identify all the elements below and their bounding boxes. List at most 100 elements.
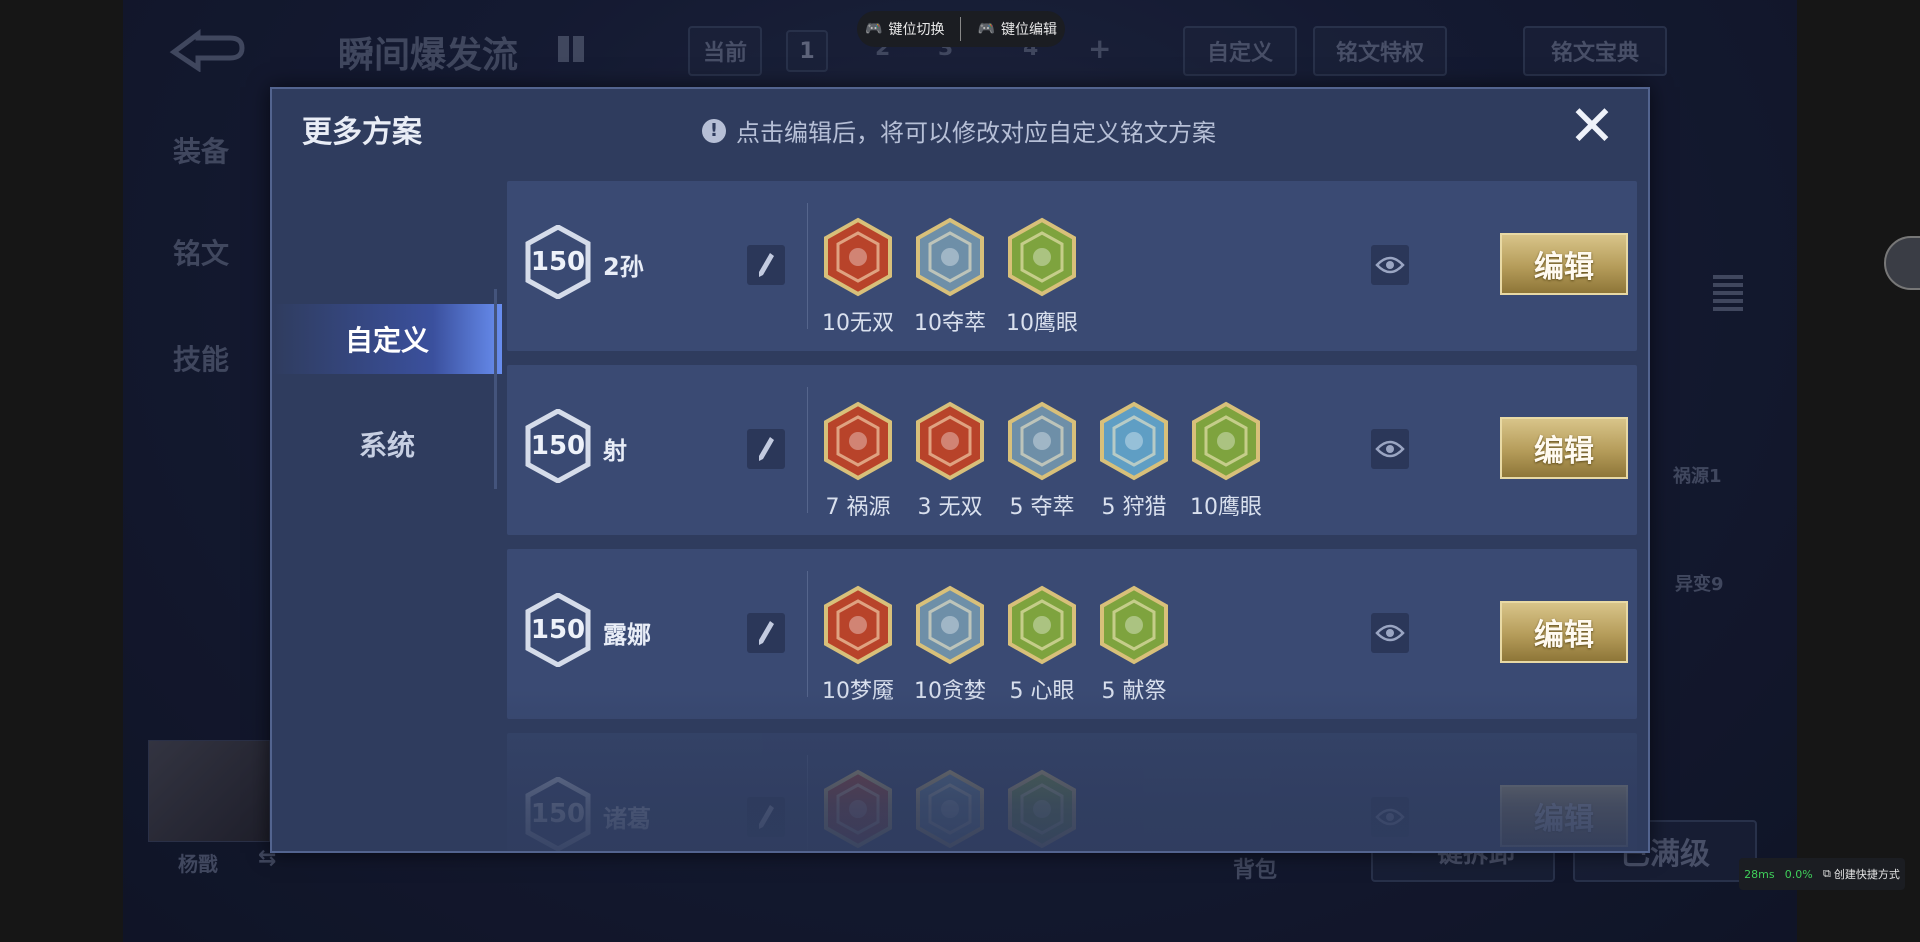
rune-label: 10夺萃 <box>914 311 986 336</box>
gamepad-icon: 🎮 <box>865 21 883 37</box>
rune-gem-icon <box>1008 769 1076 849</box>
rune-label: 5 夺萃 <box>1009 495 1075 520</box>
rune-label: 5 狩猎 <box>1101 495 1167 520</box>
hint-label: 点击编辑后，将可以修改对应自定义铭文方案 <box>736 119 1216 147</box>
rune-item[interactable] <box>822 769 894 851</box>
rune-label: 5 心眼 <box>1009 679 1075 704</box>
latency-value: 28ms <box>1744 867 1775 881</box>
rename-button[interactable] <box>747 245 785 285</box>
shortcut-icon: ⧉ <box>1822 867 1831 880</box>
pencil-icon <box>759 621 774 645</box>
rune-item[interactable]: 5 狩猎 <box>1098 401 1170 521</box>
level-badge: 150 <box>525 409 591 483</box>
loss-value: 0.0% <box>1784 867 1813 881</box>
plan-type-sidebar: 自定义 系统 <box>272 179 502 851</box>
eye-icon <box>1375 440 1405 458</box>
row-divider <box>807 387 808 513</box>
row-divider <box>807 755 808 851</box>
rune-list <box>822 769 1078 851</box>
rune-list: 10无双 10夺萃 10鹰眼 <box>822 217 1078 337</box>
rune-label: 10鹰眼 <box>1190 495 1262 520</box>
rune-label: 10梦魇 <box>822 679 894 704</box>
rune-item[interactable]: 7 祸源 <box>822 401 894 521</box>
level-value: 150 <box>530 247 586 277</box>
preview-button[interactable] <box>1371 613 1409 653</box>
plan-name: 诸葛 <box>603 805 651 833</box>
rune-item[interactable] <box>1006 769 1078 851</box>
side-floating-button[interactable] <box>1884 236 1920 290</box>
preview-button[interactable] <box>1371 429 1409 469</box>
hint-text: ! 点击编辑后，将可以修改对应自定义铭文方案 <box>702 113 1216 148</box>
tab-custom[interactable]: 自定义 <box>272 304 502 374</box>
rename-button[interactable] <box>747 797 785 837</box>
rune-item[interactable]: 10无双 <box>822 217 894 337</box>
edit-button[interactable]: 编辑 <box>1500 233 1628 295</box>
rune-item[interactable]: 5 心眼 <box>1006 585 1078 705</box>
info-icon: ! <box>702 118 726 143</box>
plan-name: 2孙 <box>603 253 644 281</box>
level-value: 150 <box>530 615 586 645</box>
plan-row: 150 射 7 祸源 3 无双 5 夺萃 5 狩猎 10鹰眼 编辑 <box>507 365 1637 535</box>
pencil-icon <box>759 805 774 829</box>
rune-gem-icon <box>916 585 984 665</box>
rune-label: 7 祸源 <box>825 495 891 520</box>
shortcut-label: 创建快捷方式 <box>1833 868 1900 881</box>
rune-gem-icon <box>824 217 892 297</box>
rune-gem-icon <box>916 401 984 481</box>
level-value: 150 <box>530 431 586 461</box>
pencil-icon <box>759 437 774 461</box>
edit-button[interactable]: 编辑 <box>1500 785 1628 847</box>
rune-item[interactable]: 10贪婪 <box>914 585 986 705</box>
key-edit-label: 键位编辑 <box>1000 22 1057 38</box>
pencil-icon <box>759 253 774 277</box>
row-divider <box>807 203 808 329</box>
rune-item[interactable]: 10梦魇 <box>822 585 894 705</box>
rune-gem-icon <box>1008 217 1076 297</box>
sidebar-divider <box>494 289 497 489</box>
edit-button[interactable]: 编辑 <box>1500 417 1628 479</box>
rune-item[interactable]: 5 夺萃 <box>1006 401 1078 521</box>
rename-button[interactable] <box>747 429 785 469</box>
plan-row: 150 诸葛 编辑 <box>507 733 1637 851</box>
level-value: 150 <box>530 799 586 829</box>
rune-gem-icon <box>1008 401 1076 481</box>
level-badge: 150 <box>525 777 591 851</box>
rune-item[interactable]: 10夺萃 <box>914 217 986 337</box>
rune-gem-icon <box>824 585 892 665</box>
toolbar-separator <box>960 17 962 41</box>
rename-button[interactable] <box>747 613 785 653</box>
preview-button[interactable] <box>1371 797 1409 837</box>
rune-gem-icon <box>824 401 892 481</box>
rune-item[interactable]: 5 献祭 <box>1098 585 1170 705</box>
key-edit-button[interactable]: 🎮 键位编辑 <box>978 19 1057 39</box>
rune-gem-icon <box>824 769 892 849</box>
key-switch-button[interactable]: 🎮 键位切换 <box>865 19 944 39</box>
rune-gem-icon <box>916 217 984 297</box>
rune-list: 7 祸源 3 无双 5 夺萃 5 狩猎 10鹰眼 <box>822 401 1262 521</box>
close-button[interactable]: ✕ <box>1564 99 1620 155</box>
edit-button[interactable]: 编辑 <box>1500 601 1628 663</box>
rune-item[interactable]: 10鹰眼 <box>1006 217 1078 337</box>
preview-button[interactable] <box>1371 245 1409 285</box>
key-switch-label: 键位切换 <box>888 22 945 38</box>
row-divider <box>807 571 808 697</box>
level-badge: 150 <box>525 593 591 667</box>
tab-system[interactable]: 系统 <box>272 409 502 479</box>
eye-icon <box>1375 808 1405 826</box>
modal-title: 更多方案 <box>302 115 422 150</box>
rune-gem-icon <box>1100 401 1168 481</box>
rune-item[interactable]: 10鹰眼 <box>1190 401 1262 521</box>
create-shortcut-button[interactable]: ⧉ 创建快捷方式 <box>1823 866 1900 882</box>
keymap-toolbar: 🎮 键位切换 🎮 键位编辑 <box>857 11 1065 47</box>
plan-name: 射 <box>603 437 627 465</box>
level-badge: 150 <box>525 225 591 299</box>
plan-row: 150 露娜 10梦魇 10贪婪 5 心眼 5 献祭 编辑 <box>507 549 1637 719</box>
rune-label: 3 无双 <box>917 495 983 520</box>
rune-gem-icon <box>1008 585 1076 665</box>
game-viewport: 瞬间爆发流 当前 1 2 3 4 + 自定义 铭文特权 铭文宝典 装备 铭文 技… <box>123 0 1797 942</box>
rune-item[interactable] <box>914 769 986 851</box>
rune-label: 10无双 <box>822 311 894 336</box>
rune-item[interactable]: 3 无双 <box>914 401 986 521</box>
plan-name: 露娜 <box>603 621 651 649</box>
rune-label: 5 献祭 <box>1101 679 1167 704</box>
